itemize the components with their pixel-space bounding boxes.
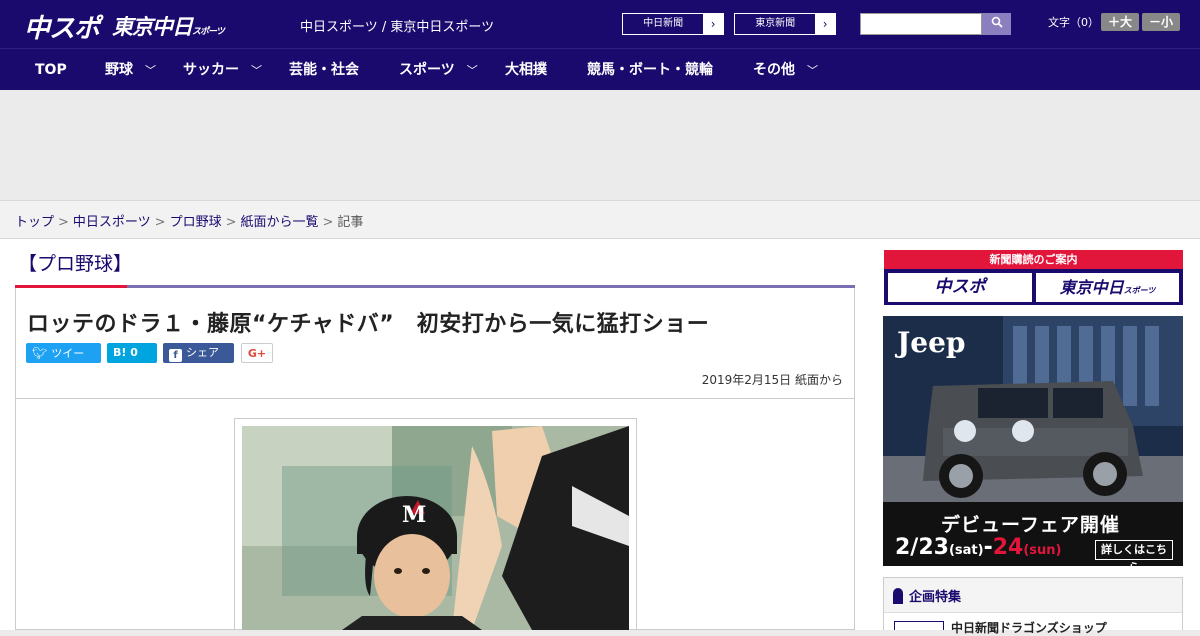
player-photo-illustration: M xyxy=(242,426,629,630)
twitter-icon: 🐦︎ xyxy=(32,346,48,360)
category-label[interactable]: 【プロ野球】 xyxy=(18,249,132,276)
helmet-logo: M xyxy=(402,502,426,528)
google-plus-button[interactable]: G+ xyxy=(241,343,273,363)
feature-item-thumbnail[interactable] xyxy=(894,621,944,630)
jeep-more-button[interactable]: 詳しくはこちら xyxy=(1095,540,1173,566)
nav-item-entertainment[interactable]: 芸能・社会 xyxy=(289,49,359,91)
breadcrumb-current: 記事 xyxy=(337,215,364,230)
date-dow1: (sat) xyxy=(948,543,984,558)
article-header-divider xyxy=(16,398,854,399)
breadcrumb-separator: > xyxy=(58,215,69,230)
subscription-tokyo-chunichi[interactable]: 東京中日スポーツ xyxy=(1036,273,1179,302)
nav-label: 芸能・社会 xyxy=(289,62,359,78)
breadcrumb-link-chunichi[interactable]: 中日スポーツ xyxy=(73,215,151,230)
breadcrumb-link-baseball[interactable]: プロ野球 xyxy=(170,215,222,230)
tokyo-paper-link[interactable]: 東京新聞 › xyxy=(734,13,836,35)
jeep-fair-date: 2/23(sat)-24(sun) xyxy=(895,535,1061,560)
top-ad-area xyxy=(0,90,1200,200)
chunichi-paper-link[interactable]: 中日新聞 › xyxy=(622,13,724,35)
chevron-right-icon: › xyxy=(703,14,723,34)
search-input[interactable] xyxy=(860,13,982,35)
chunichi-paper-label: 中日新聞 xyxy=(643,18,684,29)
jeep-advertisement[interactable]: Jeep デビューフェア開催 2/23(sat)-24(sun) 詳しくはこちら xyxy=(883,316,1183,566)
facebook-share-button[interactable]: f シェア 0 xyxy=(163,343,234,379)
date-sep: - xyxy=(983,535,993,560)
subscription-banner[interactable]: 新聞購読のご案内 中スポ 東京中日スポーツ xyxy=(884,250,1183,305)
breadcrumb: トップ > 中日スポーツ > プロ野球 > 紙面から一覧 > 記事 xyxy=(0,200,1200,239)
nav-item-racing[interactable]: 競馬・ボート・競輪 xyxy=(587,49,713,91)
breadcrumb-separator: > xyxy=(154,215,166,230)
nav-label: その他 xyxy=(753,62,795,78)
tokyo-paper-label: 東京新聞 xyxy=(755,18,796,29)
main-nav: TOP 野球 ﹀ サッカー ﹀ 芸能・社会 スポーツ ﹀ 大相撲 競馬・ボート・競輪 … xyxy=(0,48,1200,90)
feature-item-label[interactable]: 中日新聞ドラゴンズショップ xyxy=(951,619,1107,636)
secondary-logo-small: スポーツ xyxy=(192,27,225,37)
nav-label: スポーツ xyxy=(399,62,455,78)
jeep-logo: Jeep xyxy=(897,326,966,359)
secondary-logo[interactable]: 東京中日スポーツ xyxy=(112,11,225,41)
breadcrumb-link-paper-list[interactable]: 紙面から一覧 xyxy=(241,215,319,230)
facebook-icon: f xyxy=(169,349,182,362)
breadcrumb-separator: > xyxy=(322,215,334,230)
site-header: 中スポ 東京中日スポーツ 中日スポーツ / 東京中日スポーツ 中日新聞 › 東京… xyxy=(0,0,1200,48)
nav-label: 大相撲 xyxy=(505,62,547,78)
nav-item-other[interactable]: その他 ﹀ xyxy=(753,49,818,91)
secondary-logo-text: 東京中日 xyxy=(112,15,193,39)
article-headline: ロッテのドラ１・藤原“ケチャドバ” 初安打から一気に猛打ショー xyxy=(27,312,710,337)
date-day2: 24 xyxy=(992,535,1024,560)
nav-label: 野球 xyxy=(105,62,133,78)
ribbon-icon xyxy=(893,588,903,604)
subscription-tokyo-small: スポーツ xyxy=(1123,286,1156,295)
subscription-tokyo-label: 東京中日 xyxy=(1059,278,1124,297)
article-dateline: 2019年2月15日 紙面から xyxy=(701,373,843,387)
nav-item-sumo[interactable]: 大相撲 xyxy=(505,49,547,91)
subscription-banner-title: 新聞購読のご案内 xyxy=(884,250,1183,269)
article-photo[interactable]: M xyxy=(242,426,629,630)
jeep-ad-caption: デビューフェア開催 2/23(sat)-24(sun) 詳しくはこちら xyxy=(883,502,1183,566)
nav-label: 競馬・ボート・競輪 xyxy=(587,62,713,78)
breadcrumb-link-top[interactable]: トップ xyxy=(15,215,54,230)
hatena-label: B! 0 xyxy=(113,346,138,359)
nav-item-sports[interactable]: スポーツ ﹀ xyxy=(399,49,478,91)
chevron-down-icon: ﹀ xyxy=(466,64,478,77)
nav-label: サッカー xyxy=(183,62,239,78)
font-bigger-button[interactable]: ＋大 xyxy=(1101,13,1139,31)
hatena-bookmark-button[interactable]: B! 0 xyxy=(107,343,157,363)
tweet-button[interactable]: 🐦︎ ツイート xyxy=(26,343,101,380)
font-size-label: 文字（0） xyxy=(1048,16,1099,29)
chevron-down-icon: ﹀ xyxy=(251,64,262,77)
chevron-right-icon: › xyxy=(815,14,835,34)
date-start: 2/ xyxy=(895,535,919,560)
breadcrumb-separator: > xyxy=(225,215,237,230)
chevron-down-icon: ﹀ xyxy=(807,64,818,77)
nav-item-baseball[interactable]: 野球 ﹀ xyxy=(105,49,156,91)
chevron-down-icon: ﹀ xyxy=(145,64,156,77)
subscription-chuspo[interactable]: 中スポ xyxy=(888,273,1032,302)
date-day1: 23 xyxy=(918,535,949,560)
nav-label: TOP xyxy=(35,62,67,78)
nav-item-top[interactable]: TOP xyxy=(35,49,67,91)
date-dow2: (sun) xyxy=(1023,543,1062,558)
feature-section-title: 企画特集 xyxy=(893,586,961,605)
site-link[interactable]: 中日スポーツ / 東京中日スポーツ xyxy=(300,16,494,35)
nav-item-soccer[interactable]: サッカー ﹀ xyxy=(183,49,262,91)
font-smaller-button[interactable]: －小 xyxy=(1142,13,1180,31)
search-button[interactable] xyxy=(982,13,1011,35)
feature-title-label: 企画特集 xyxy=(909,590,962,605)
site-logo[interactable]: 中スポ xyxy=(24,8,100,45)
search-icon xyxy=(991,16,1003,28)
jeep-fair-headline: デビューフェア開催 xyxy=(941,514,1120,536)
